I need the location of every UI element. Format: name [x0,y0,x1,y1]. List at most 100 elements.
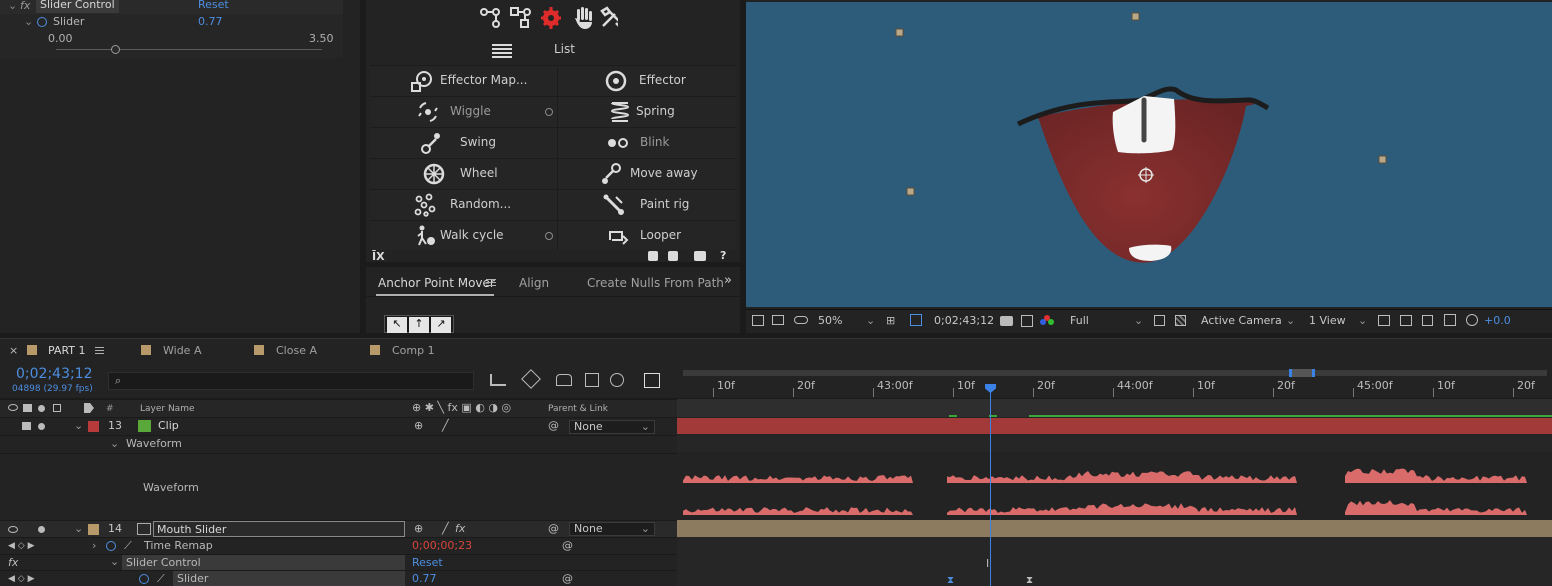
tab-close-a[interactable]: Close A [276,343,317,359]
fast-preview-icon[interactable] [1378,315,1390,326]
links-constraints-icon[interactable] [510,7,531,28]
tab-anchor-point-mover[interactable]: Anchor Point Mover [378,275,495,291]
tab-comp1[interactable]: Comp 1 [392,343,435,359]
null-handle[interactable] [895,28,904,37]
chevron-down-icon[interactable]: ⌄ [866,313,875,329]
reset-link[interactable]: Reset [198,0,229,13]
tool-blink[interactable]: Blink [558,127,736,157]
chevron-down-icon[interactable]: ⌄ [74,418,83,434]
keyframe-nav-icons[interactable]: ◀ ◇ ▶ [8,538,35,554]
options-dot-icon[interactable] [545,108,553,116]
tool-effector[interactable]: Effector [558,65,736,95]
tool-looper[interactable]: Looper [558,220,736,250]
views-select[interactable]: 1 View [1309,313,1346,329]
shy-switch-icon[interactable]: ⊕ [414,521,423,537]
mask-visibility-icon[interactable] [794,316,808,324]
lock-icon[interactable] [53,404,61,412]
current-timecode[interactable]: 0;02;43;12 [16,366,93,382]
chevron-down-icon[interactable]: ⌄ [110,554,119,570]
audio-icon[interactable] [22,422,31,430]
viewer-timecode[interactable]: 0;02;43;12 [934,313,994,329]
slider-value[interactable]: 0.77 [412,571,437,586]
fx-icon[interactable]: fx [8,555,18,571]
tab-part1[interactable]: PART 1 [48,343,86,359]
comp-mini-flowchart-icon[interactable] [490,374,506,386]
time-ruler[interactable]: 10f 20f 43:00f 10f 20f 44:00f 10f 20f 45:00f 10f 2… [677,362,1552,398]
tool-effector-map[interactable]: Effector Map... [370,65,557,95]
console-icon[interactable] [668,251,678,261]
3d-renderer-icon[interactable] [1444,314,1456,326]
pickwhip-icon[interactable]: @ [548,521,559,537]
draft-3d-icon[interactable] [521,369,541,389]
eye-icon[interactable] [8,526,18,533]
tool-paint-rig[interactable]: Paint rig [558,189,736,219]
parent-column[interactable]: Parent & Link [548,401,608,417]
tool-random[interactable]: Random... [370,189,557,219]
navigator-handle[interactable] [1289,369,1315,377]
panel-menu-icon[interactable] [486,279,496,286]
shy-switch-icon[interactable]: ⊕ [414,418,423,434]
snapshot-camera-icon[interactable] [1000,316,1013,326]
effect-row[interactable]: fx ⌄ Slider Control Reset [0,554,677,571]
region-of-interest-icon[interactable] [1154,315,1165,326]
layer-name-column[interactable]: Layer Name [140,401,195,417]
tool-swing[interactable]: Swing [370,127,557,157]
pickwhip-icon[interactable]: @ [562,571,573,586]
monitor-icon[interactable] [772,315,784,325]
effect-name[interactable]: Slider Control [122,555,405,571]
layer-row-mouth-slider[interactable]: ⌄ 14 Mouth Slider ⊕ ╱ fx @ None ⌄ [0,520,677,537]
tool-wiggle[interactable]: Wiggle [370,96,557,126]
slider-knob[interactable] [110,45,120,54]
label-color-swatch[interactable] [88,524,99,535]
layer-name[interactable]: Clip [158,418,179,434]
anchor-top-button[interactable]: ↑ [409,317,429,333]
chevron-right-icon[interactable]: › [92,538,96,554]
graph-icon[interactable]: ⟋ [124,538,132,554]
chevron-down-icon[interactable]: ⌄ [1134,313,1143,329]
tab-create-nulls[interactable]: Create Nulls From Path [587,275,724,291]
chevron-down-icon[interactable]: ⌄ [1286,313,1295,329]
stopwatch-icon[interactable] [37,17,47,27]
shy-layers-icon[interactable] [556,374,572,386]
help-icon[interactable]: ? [720,250,726,262]
solo-icon[interactable] [38,526,45,533]
slider-label[interactable]: Slider [173,571,405,586]
solo-icon[interactable] [38,423,45,430]
animation-hand-icon[interactable] [575,7,592,29]
graph-icon[interactable]: ⟋ [157,571,165,586]
quality-switch-icon[interactable]: ╱ [442,521,449,537]
comp-flowchart-icon[interactable] [1422,315,1433,326]
more-panels-icon[interactable]: » [724,273,732,289]
mouth-slider-layer-bar[interactable] [677,520,1552,537]
magnifier-region-icon[interactable] [752,315,764,326]
keyframe-nav-icons[interactable]: ◀ ◇ ▶ [8,571,35,586]
graph-editor-icon[interactable] [644,373,660,388]
pickwhip-icon[interactable]: @ [548,418,559,434]
reset-exposure-icon[interactable] [1466,314,1478,326]
camera-select[interactable]: Active Camera [1201,313,1282,329]
slider-track[interactable] [56,49,322,50]
layer-name[interactable]: Mouth Slider [153,521,405,537]
tool-walk-cycle[interactable]: Walk cycle [370,220,557,250]
chevron-down-icon[interactable]: ⌄ [1358,313,1367,329]
tools-icon[interactable] [600,6,618,27]
notes-icon[interactable] [694,251,706,261]
time-remap-row[interactable]: ◀ ◇ ▶ › ⟋ Time Remap 0;00;00;23 @ [0,537,677,554]
solo-icon[interactable] [38,405,45,412]
clip-layer-bar[interactable] [677,418,1552,434]
tab-align[interactable]: Align [519,275,549,291]
label-color-swatch[interactable] [88,421,99,432]
label-tag-icon[interactable] [84,403,94,413]
expand-chevron-icon[interactable]: ⌄ [24,14,33,30]
slider-value[interactable]: 0.77 [198,14,223,30]
effect-name[interactable]: Slider Control [36,0,119,13]
layer-row-clip[interactable]: ⌄ 13 Clip ⊕ ╱ @ None ⌄ [0,417,677,435]
transparency-grid-icon[interactable] [910,314,922,326]
work-area-navigator[interactable] [683,370,1547,376]
pickwhip-icon[interactable]: @ [562,538,573,554]
audio-icon[interactable] [23,404,32,412]
exposure-value[interactable]: +0.0 [1484,313,1511,329]
options-dot-icon[interactable] [545,232,553,240]
tab-menu-icon[interactable] [95,347,104,354]
tool-move-away[interactable]: Move away [558,158,736,188]
